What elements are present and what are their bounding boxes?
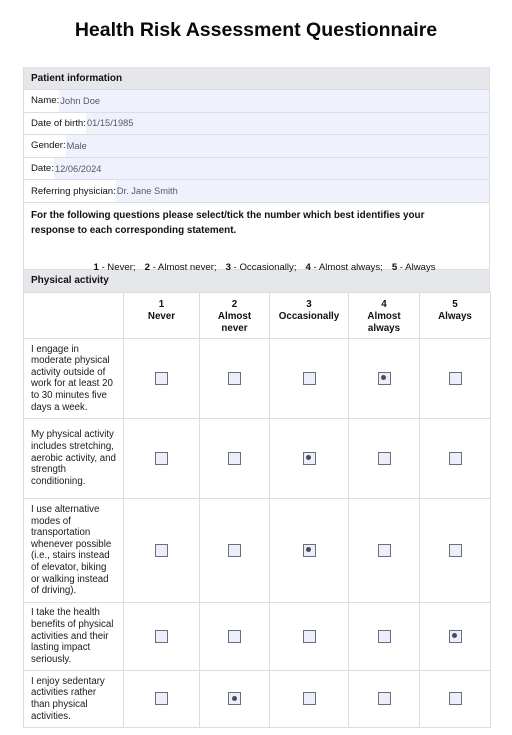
checkbox-never[interactable] bbox=[155, 629, 168, 643]
question-text: I engage in moderate physical activity o… bbox=[23, 337, 124, 419]
checkbox-almost-never[interactable] bbox=[228, 371, 241, 385]
field-label: Date of birth: bbox=[24, 112, 86, 135]
table-row: I use alternative modes of transportatio… bbox=[23, 497, 491, 603]
column-label: Almost never bbox=[217, 310, 252, 334]
field-row-date: Date: 12/06/2024 bbox=[23, 156, 490, 180]
checkbox-never[interactable] bbox=[155, 692, 168, 706]
field-label: Referring physician: bbox=[24, 180, 116, 202]
checkbox-always[interactable] bbox=[448, 451, 462, 465]
column-label: Always bbox=[438, 310, 472, 322]
scale-label: - Never; bbox=[98, 261, 136, 273]
table-row: I engage in moderate physical activity o… bbox=[23, 337, 491, 419]
column-header-almost-never: 2 Almost never bbox=[199, 291, 270, 339]
checkbox-never[interactable] bbox=[155, 451, 168, 465]
column-number: 3 bbox=[306, 298, 312, 310]
checkbox-almost-never[interactable] bbox=[228, 543, 241, 557]
column-number: 2 bbox=[231, 298, 238, 310]
checkbox-always[interactable] bbox=[448, 629, 462, 643]
page-title: Health Risk Assessment Questionnaire bbox=[74, 19, 438, 41]
instructions-text: For the following questions please selec… bbox=[31, 209, 425, 237]
table-row: I enjoy sedentary activities rather than… bbox=[23, 669, 491, 728]
name-field[interactable]: John Doe bbox=[59, 90, 489, 112]
checkbox-occasionally[interactable] bbox=[302, 451, 316, 465]
checkbox-occasionally[interactable] bbox=[302, 692, 316, 706]
checkbox-almost-never[interactable] bbox=[228, 629, 241, 643]
questionnaire-form: Patient information Name: John Doe Date … bbox=[23, 67, 491, 728]
scale-label: - Almost never; bbox=[149, 261, 217, 273]
table-header-row: 1 Never 2 Almost never 3 Occasionally 4 Almo… bbox=[23, 291, 491, 339]
section-header-patient-information: Patient information bbox=[23, 67, 490, 89]
checkbox-occasionally[interactable] bbox=[302, 543, 316, 557]
checkbox-almost-never[interactable] bbox=[228, 692, 241, 706]
column-number: 1 bbox=[158, 298, 165, 310]
column-header-always: 5 Always bbox=[419, 291, 491, 339]
date-field[interactable]: 12/06/2024 bbox=[53, 157, 489, 180]
checkbox-always[interactable] bbox=[448, 371, 462, 385]
question-text: I use alternative modes of transportatio… bbox=[23, 497, 124, 603]
checkbox-almost-always[interactable] bbox=[377, 371, 391, 385]
column-label: Never bbox=[147, 310, 176, 322]
field-row-gender: Gender: Male bbox=[23, 134, 490, 157]
checkbox-occasionally[interactable] bbox=[302, 371, 316, 385]
scale-label: - Occasionally; bbox=[230, 261, 297, 273]
date-of-birth-field[interactable]: 01/15/1985 bbox=[85, 112, 489, 135]
referring-physician-field[interactable]: Dr. Jane Smith bbox=[115, 180, 489, 202]
rating-scale-legend: 1 - Never; 2 - Almost never; 3 - Occasiona… bbox=[24, 251, 489, 284]
checkbox-almost-always[interactable] bbox=[377, 543, 391, 557]
question-text: I enjoy sedentary activities rather than… bbox=[23, 669, 124, 728]
physical-activity-table: 1 Never 2 Almost never 3 Occasionally 4 Almo… bbox=[23, 291, 491, 728]
field-row-date-of-birth: Date of birth: 01/15/1985 bbox=[23, 111, 490, 135]
field-label: Gender: bbox=[24, 135, 66, 157]
checkbox-almost-never[interactable] bbox=[228, 451, 241, 465]
table-row: My physical activity includes stretching… bbox=[23, 417, 491, 499]
scale-label: - Almost always; bbox=[310, 261, 383, 273]
column-header-occasionally: 3 Occasionally bbox=[269, 291, 349, 339]
column-header-never: 1 Never bbox=[123, 291, 200, 339]
column-header-almost-always: 4 Almost always bbox=[348, 291, 420, 339]
checkbox-almost-always[interactable] bbox=[377, 692, 391, 706]
field-row-referring-physician: Referring physician: Dr. Jane Smith bbox=[23, 179, 490, 202]
checkbox-almost-always[interactable] bbox=[377, 451, 391, 465]
checkbox-always[interactable] bbox=[448, 543, 462, 557]
question-text: My physical activity includes stretching… bbox=[23, 417, 124, 499]
scale-label: - Always bbox=[397, 261, 436, 273]
checkbox-occasionally[interactable] bbox=[302, 629, 316, 643]
column-label: Almost always bbox=[367, 310, 401, 334]
question-text: I take the health benefits of physical a… bbox=[23, 601, 124, 671]
gender-field[interactable]: Male bbox=[65, 135, 489, 157]
field-row-name: Name: John Doe bbox=[23, 89, 490, 112]
column-number: 5 bbox=[452, 298, 458, 310]
checkbox-always[interactable] bbox=[448, 692, 462, 706]
checkbox-never[interactable] bbox=[155, 371, 168, 385]
field-label: Date: bbox=[24, 157, 54, 180]
question-column-header bbox=[23, 291, 124, 339]
field-label: Name: bbox=[24, 90, 60, 112]
checkbox-almost-always[interactable] bbox=[377, 629, 391, 643]
column-number: 4 bbox=[381, 298, 387, 310]
instructions-block: For the following questions please selec… bbox=[23, 201, 490, 273]
table-row: I take the health benefits of physical a… bbox=[23, 601, 491, 671]
checkbox-never[interactable] bbox=[155, 543, 168, 557]
column-label: Occasionally bbox=[278, 310, 340, 322]
